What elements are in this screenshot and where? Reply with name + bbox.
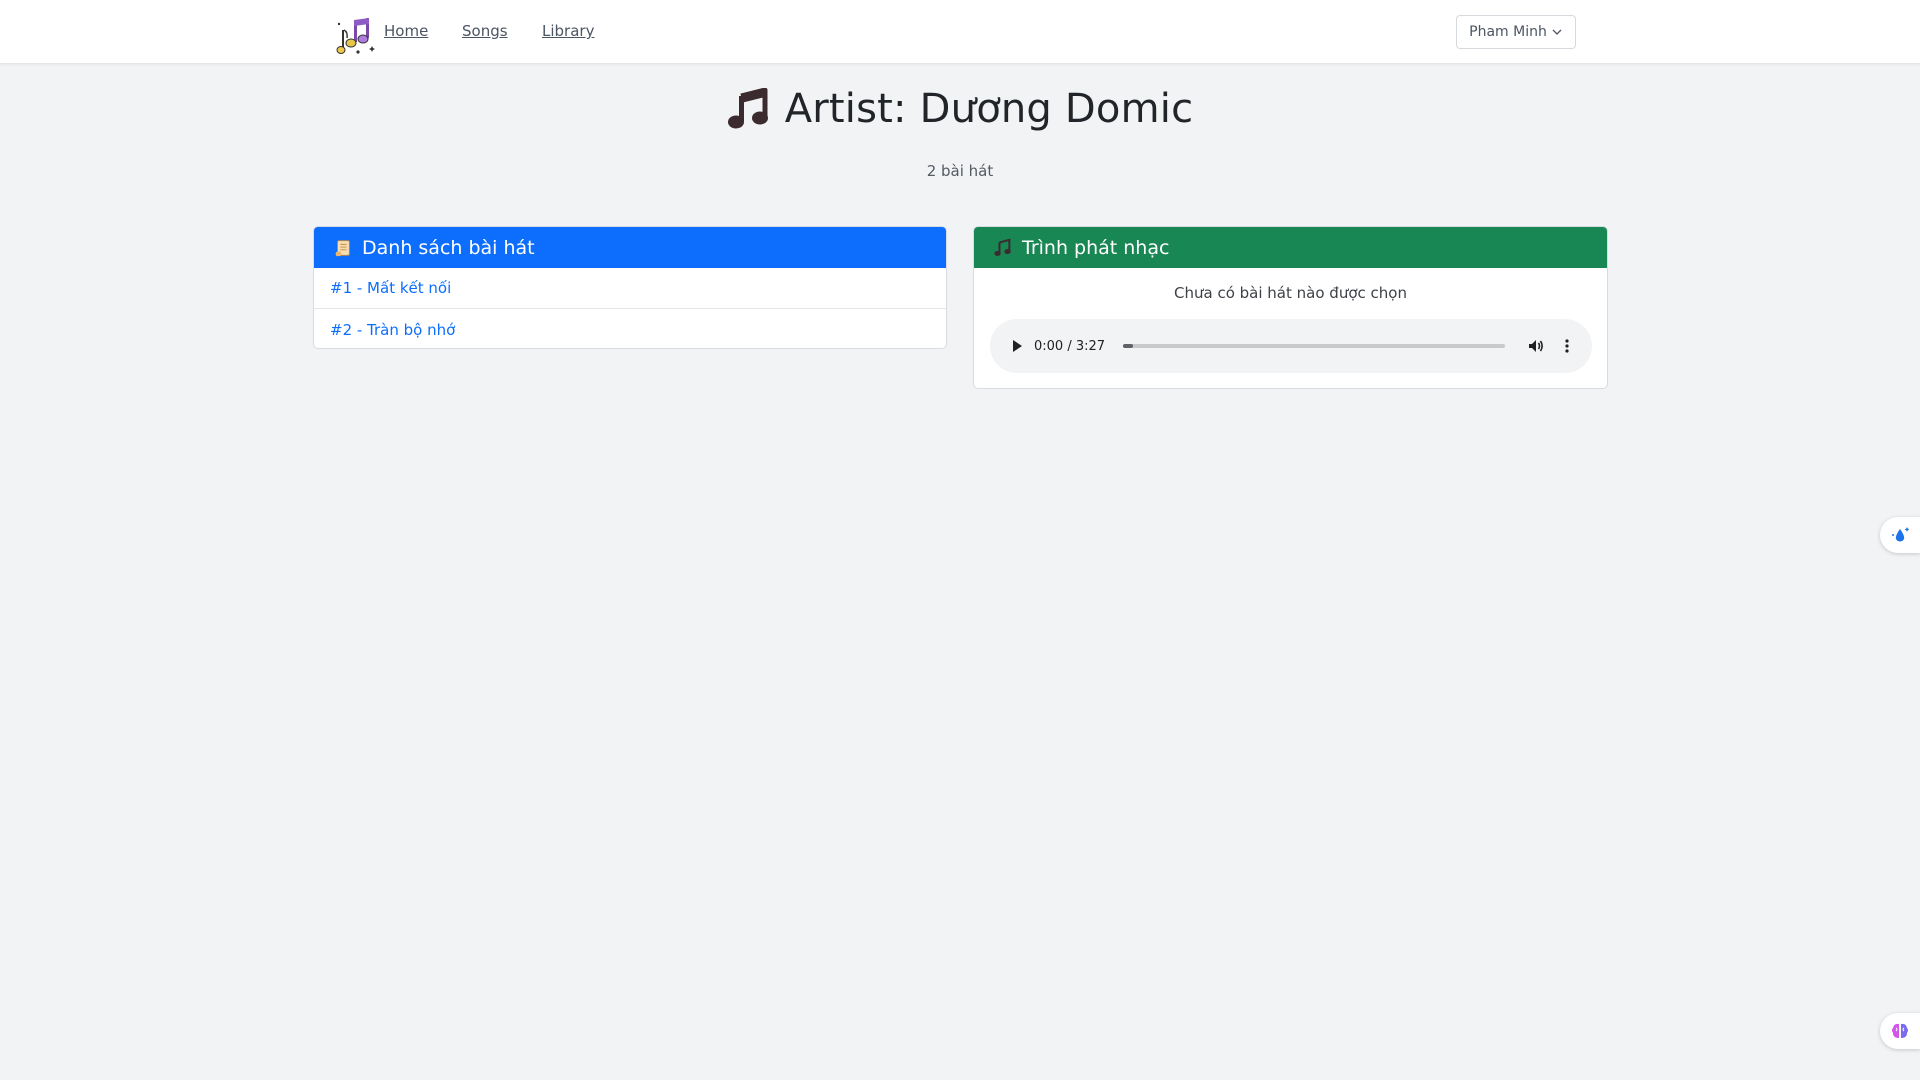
music-player-card: Trình phát nhạc Chưa có bài hát nào được… — [973, 226, 1608, 389]
audio-seek-slider[interactable] — [1123, 344, 1506, 348]
song-list-header: Danh sách bài hát — [314, 227, 946, 268]
nav-home-link[interactable]: Home — [384, 22, 428, 40]
scroll-icon — [332, 237, 354, 259]
audio-seek-progress — [1123, 344, 1134, 348]
audio-player[interactable]: 0:00 / 3:27 — [990, 319, 1592, 373]
music-player-title: Trình phát nhạc — [1022, 236, 1170, 259]
song-count: 2 bài hát — [926, 162, 994, 180]
music-player-header: Trình phát nhạc — [974, 227, 1607, 268]
music-notes-logo-icon[interactable] — [336, 16, 378, 58]
song-list-title: Danh sách bài hát — [362, 236, 535, 259]
play-icon[interactable] — [1010, 339, 1024, 353]
song-list-card: Danh sách bài hát #1 - Mất kết nối #2 - … — [313, 226, 947, 349]
chevron-down-icon — [1552, 29, 1562, 35]
nav-songs-link[interactable]: Songs — [462, 22, 508, 40]
player-status-text: Chưa có bài hát nào được chọn — [1174, 284, 1407, 302]
page-title: Artist: Dương Domic — [0, 86, 1920, 132]
audio-time: 0:00 / 3:27 — [1034, 338, 1106, 354]
user-dropdown-button[interactable]: Pham Minh — [1456, 15, 1576, 49]
music-note-icon — [727, 88, 768, 129]
volume-icon[interactable] — [1527, 337, 1545, 355]
song-list-item[interactable]: #1 - Mất kết nối — [314, 268, 946, 309]
brain-icon[interactable] — [1880, 1013, 1920, 1049]
water-drop-sparkle-icon[interactable] — [1880, 517, 1920, 553]
navbar: Home Songs Library Pham Minh — [0, 0, 1920, 64]
page-title-text: Artist: Dương Domic — [784, 86, 1194, 132]
more-options-icon[interactable] — [1559, 338, 1575, 354]
music-notes-icon — [992, 237, 1014, 259]
song-list-item[interactable]: #2 - Tràn bộ nhớ — [314, 309, 946, 348]
user-name: Pham Minh — [1469, 24, 1547, 40]
nav-library-link[interactable]: Library — [542, 22, 594, 40]
